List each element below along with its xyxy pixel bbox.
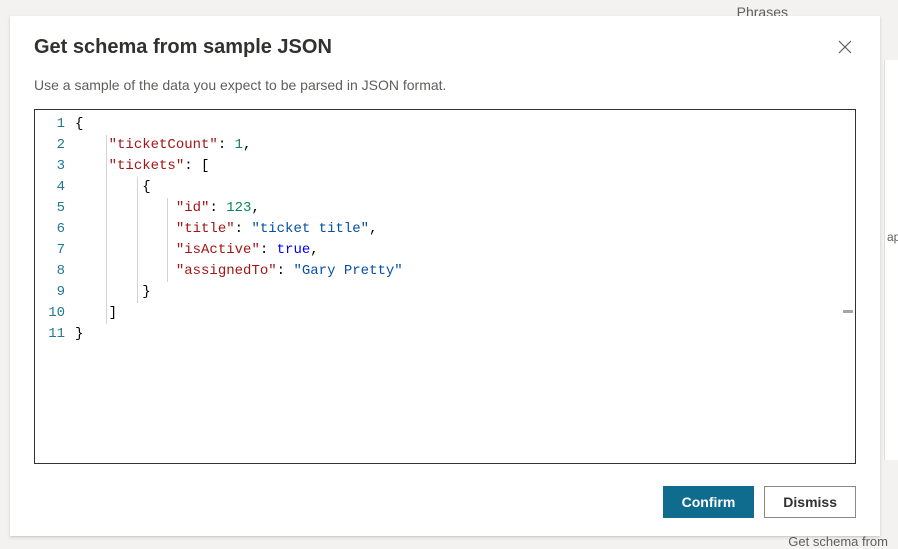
line-number: 10 <box>35 303 65 324</box>
code-line: "title": "ticket title", <box>75 219 855 240</box>
line-number: 2 <box>35 135 65 156</box>
code-line: } <box>75 324 855 345</box>
code-line: } <box>75 282 855 303</box>
line-number: 9 <box>35 282 65 303</box>
json-editor[interactable]: 1234567891011 { "ticketCount": 1, "ticke… <box>34 109 856 464</box>
background-snippet: ap <box>887 230 898 244</box>
modal-subtitle: Use a sample of the data you expect to b… <box>34 77 856 93</box>
code-line: "isActive": true, <box>75 240 855 261</box>
background-right-panel: ap <box>884 60 898 460</box>
line-number: 5 <box>35 198 65 219</box>
line-number: 8 <box>35 261 65 282</box>
modal-header: Get schema from sample JSON <box>34 36 856 59</box>
code-line: "id": 123, <box>75 198 855 219</box>
line-number: 4 <box>35 177 65 198</box>
editor-code-area[interactable]: { "ticketCount": 1, "tickets": [ { "id":… <box>75 114 855 345</box>
code-line: "assignedTo": "Gary Pretty" <box>75 261 855 282</box>
code-line: ] <box>75 303 855 324</box>
modal-footer: Confirm Dismiss <box>34 486 856 518</box>
dismiss-button[interactable]: Dismiss <box>764 486 856 518</box>
line-number: 6 <box>35 219 65 240</box>
modal-title: Get schema from sample JSON <box>34 36 332 59</box>
background-getschema-link: Get schema from <box>788 534 888 549</box>
code-line: { <box>75 114 855 135</box>
schema-sample-modal: Get schema from sample JSON Use a sample… <box>10 16 880 536</box>
code-line: { <box>75 177 855 198</box>
line-number: 7 <box>35 240 65 261</box>
code-line: "ticketCount": 1, <box>75 135 855 156</box>
line-number: 1 <box>35 114 65 135</box>
editor-line-gutter: 1234567891011 <box>35 110 75 463</box>
confirm-button[interactable]: Confirm <box>663 486 755 518</box>
close-icon <box>838 42 852 57</box>
line-number: 11 <box>35 324 65 345</box>
line-number: 3 <box>35 156 65 177</box>
close-button[interactable] <box>834 36 856 58</box>
code-line: "tickets": [ <box>75 156 855 177</box>
editor-scroll-marker <box>843 310 853 313</box>
